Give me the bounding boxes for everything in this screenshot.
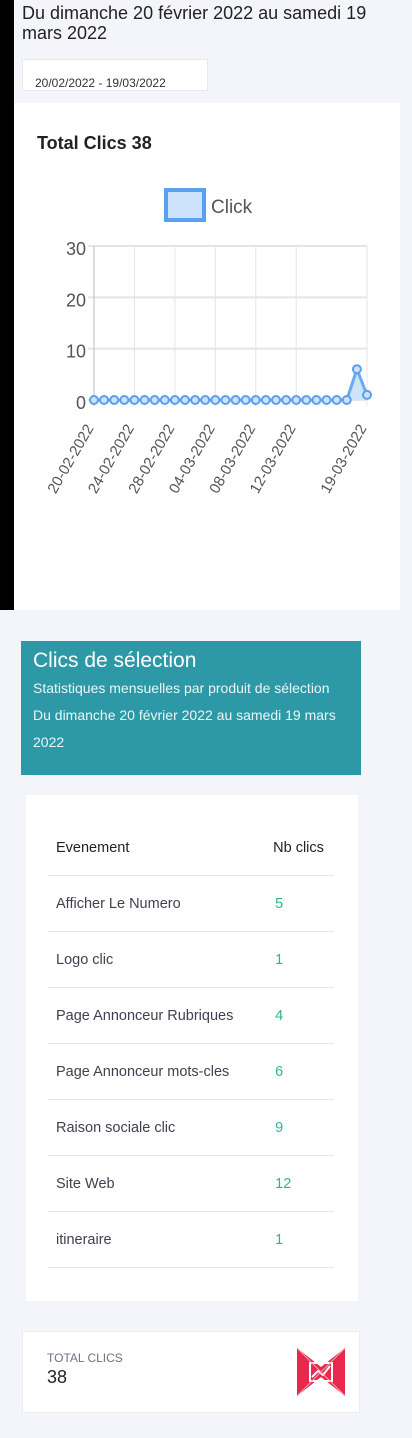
data-point bbox=[129, 395, 140, 405]
data-point bbox=[240, 395, 251, 405]
event-clicks: 5 bbox=[265, 875, 334, 932]
data-point bbox=[260, 395, 271, 405]
event-name: Page Annonceur mots-cles bbox=[48, 1043, 266, 1100]
data-point bbox=[119, 395, 130, 405]
event-name: Site Web bbox=[48, 1155, 266, 1212]
x-tick-label: 19-03-2022 bbox=[317, 422, 370, 497]
left-edge-bar bbox=[0, 0, 14, 610]
legend-label: Click bbox=[211, 197, 253, 218]
data-point bbox=[362, 389, 372, 400]
chart-trend-icon bbox=[296, 1347, 346, 1397]
data-point bbox=[271, 395, 281, 405]
event-name: Page Annonceur Rubriques bbox=[48, 987, 266, 1044]
y-tick-label: 20 bbox=[66, 290, 86, 310]
data-point bbox=[180, 395, 190, 405]
data-point bbox=[159, 395, 170, 405]
data-point bbox=[291, 395, 302, 405]
data-point bbox=[331, 395, 342, 405]
column-header-event: Evenement bbox=[48, 820, 266, 876]
table-row: Page Annonceur mots-cles 6 bbox=[48, 1043, 334, 1100]
table-row: Page Annonceur Rubriques 4 bbox=[48, 987, 334, 1044]
data-point bbox=[220, 395, 231, 405]
data-point bbox=[281, 395, 292, 405]
table-row: itineraire 1 bbox=[48, 1211, 334, 1268]
data-point bbox=[250, 395, 261, 405]
data-point bbox=[341, 395, 352, 405]
page-title: Du dimanche 20 février 2022 au samedi 19… bbox=[22, 3, 367, 43]
y-tick-label: 30 bbox=[66, 239, 86, 259]
data-point bbox=[109, 395, 120, 405]
events-table: Evenement Nb clics Afficher Le Numero 5 … bbox=[48, 820, 334, 1268]
data-point bbox=[190, 395, 201, 405]
event-clicks: 9 bbox=[265, 1099, 334, 1156]
data-point bbox=[351, 364, 362, 375]
data-point bbox=[210, 395, 221, 405]
data-point bbox=[139, 395, 150, 405]
date-range-picker[interactable]: 20/02/2022 - 19/03/2022 bbox=[22, 59, 208, 91]
data-point bbox=[200, 395, 211, 405]
clicks-line-chart: 010203020-02-202224-02-202228-02-202204-… bbox=[44, 188, 372, 497]
event-clicks: 12 bbox=[265, 1155, 334, 1212]
event-clicks: 6 bbox=[265, 1043, 334, 1100]
event-name: Raison sociale clic bbox=[48, 1099, 266, 1156]
legend-swatch bbox=[164, 188, 206, 222]
data-point bbox=[169, 395, 180, 405]
data-point bbox=[230, 395, 241, 405]
events-table-card: Evenement Nb clics Afficher Le Numero 5 … bbox=[26, 795, 358, 1301]
table-header-row: Evenement Nb clics bbox=[48, 820, 334, 876]
total-clicks-card: TOTAL CLICS 38 bbox=[22, 1331, 360, 1413]
column-header-clicks: Nb clics bbox=[265, 820, 334, 876]
total-clicks-value: 38 bbox=[47, 1367, 68, 1387]
table-row: Afficher Le Numero 5 bbox=[48, 875, 334, 932]
table-row: Logo clic 1 bbox=[48, 931, 334, 988]
selection-title: Clics de sélection bbox=[33, 649, 197, 672]
event-name: itineraire bbox=[48, 1211, 266, 1268]
data-point bbox=[311, 395, 322, 405]
table-row: Site Web 12 bbox=[48, 1155, 334, 1212]
event-clicks: 1 bbox=[265, 931, 334, 988]
selection-subtitle: Statistiques mensuelles par produit de s… bbox=[33, 680, 336, 750]
y-tick-label: 0 bbox=[76, 393, 86, 413]
table-row: Raison sociale clic 9 bbox=[48, 1099, 334, 1156]
y-tick-label: 10 bbox=[66, 342, 86, 362]
event-clicks: 4 bbox=[265, 987, 334, 1044]
event-name: Afficher Le Numero bbox=[48, 875, 266, 932]
total-clicks-label: TOTAL CLICS bbox=[47, 1351, 123, 1365]
data-point bbox=[301, 395, 312, 405]
event-clicks: 1 bbox=[265, 1211, 334, 1268]
data-point bbox=[99, 395, 110, 405]
chart-title: Total Clics 38 bbox=[37, 133, 152, 153]
selection-header-card: Clics de sélection Statistiques mensuell… bbox=[21, 641, 361, 775]
data-point bbox=[321, 395, 332, 405]
chart-card: 0 10 20 30 20-02-2022 24-02-2022 28-02-2022 04-… bbox=[14, 103, 400, 610]
data-point bbox=[149, 395, 160, 405]
event-name: Logo clic bbox=[48, 931, 266, 988]
data-point bbox=[89, 395, 99, 405]
